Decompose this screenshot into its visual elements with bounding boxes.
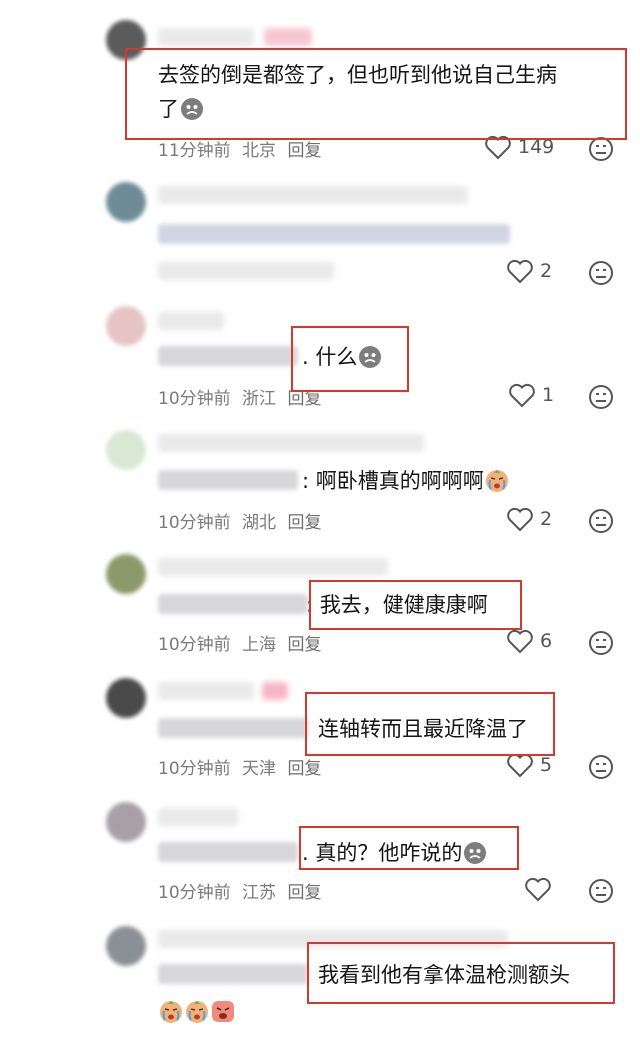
dislike-face-icon[interactable]	[588, 630, 614, 656]
comment-meta: 10分钟前 天津 回复	[158, 754, 327, 779]
comment-time: 10分钟前	[158, 635, 231, 655]
comment-time: 10分钟前	[158, 759, 231, 779]
highlight-box	[299, 826, 519, 870]
heart-icon	[507, 259, 533, 284]
like-button[interactable]: 6	[506, 628, 552, 654]
blurred-reply-prefix	[158, 718, 308, 738]
avatar[interactable]	[106, 306, 146, 346]
like-count: 2	[540, 260, 553, 282]
reply-button[interactable]: 回复	[287, 759, 321, 779]
crying-face-icon	[186, 1001, 208, 1023]
blurred-reply-prefix	[158, 224, 510, 244]
heart-icon	[525, 877, 551, 902]
blurred-tag	[264, 28, 312, 46]
comment-time: 10分钟前	[158, 513, 231, 533]
highlight-box	[125, 48, 627, 140]
heart-icon	[509, 383, 535, 408]
blurred-username	[158, 28, 254, 46]
crying-face-icon	[160, 1001, 182, 1023]
comment-location: 上海	[242, 635, 277, 655]
like-count: 1	[542, 384, 555, 406]
dislike-face-icon[interactable]	[588, 260, 614, 286]
blurred-username	[158, 312, 224, 330]
like-count: 5	[540, 754, 553, 776]
dislike-face-icon[interactable]	[588, 754, 614, 780]
blurred-username	[158, 186, 468, 204]
like-button[interactable]	[524, 876, 558, 902]
highlight-box	[291, 326, 409, 392]
comment-time: 10分钟前	[158, 389, 231, 409]
emoji-row	[158, 998, 236, 1024]
crying-face-icon	[485, 470, 508, 492]
heart-icon	[507, 507, 533, 532]
avatar[interactable]	[106, 926, 146, 966]
highlight-box	[309, 580, 522, 630]
heart-icon	[507, 629, 533, 654]
avatar[interactable]	[106, 182, 146, 222]
like-button[interactable]: 2	[506, 258, 552, 284]
comment-item: 2	[0, 176, 640, 300]
comment-time: 11分钟前	[158, 141, 231, 161]
avatar[interactable]	[106, 430, 146, 470]
comment-meta: 10分钟前 江苏 回复	[158, 878, 327, 903]
comment-meta: 10分钟前 湖北 回复	[158, 508, 327, 533]
comment-text: : 啊卧槽真的啊啊啊	[302, 464, 510, 498]
blurred-reply-prefix	[158, 842, 298, 862]
comment-location: 浙江	[242, 389, 277, 409]
blurred-tag	[262, 682, 288, 700]
sobbing-face-icon	[212, 1001, 234, 1022]
comment-location: 天津	[242, 759, 277, 779]
blurred-reply-prefix	[158, 470, 298, 490]
avatar[interactable]	[106, 678, 146, 718]
comment-item: : 啊卧槽真的啊啊啊 10分钟前 湖北 回复 2	[0, 424, 640, 548]
blurred-username	[158, 682, 254, 700]
highlight-box	[305, 692, 555, 756]
highlight-box	[307, 942, 615, 1004]
like-button[interactable]: 2	[506, 506, 552, 532]
like-button[interactable]: 1	[508, 382, 554, 408]
reply-button[interactable]: 回复	[287, 389, 321, 409]
blurred-reply-prefix	[158, 594, 308, 614]
blurred-meta	[158, 262, 334, 280]
comment-location: 湖北	[242, 513, 277, 533]
comment-location: 江苏	[242, 883, 277, 903]
reply-button[interactable]: 回复	[287, 635, 321, 655]
dislike-face-icon[interactable]	[588, 384, 614, 410]
blurred-reply-prefix	[158, 346, 298, 366]
like-count: 2	[540, 508, 553, 530]
reply-button[interactable]: 回复	[287, 513, 321, 533]
comment-meta: 10分钟前 上海 回复	[158, 630, 327, 655]
blurred-reply-prefix	[158, 964, 308, 984]
blurred-username	[158, 558, 388, 576]
avatar[interactable]	[106, 554, 146, 594]
blurred-username	[158, 434, 424, 452]
blurred-username	[158, 808, 238, 826]
reply-button[interactable]: 回复	[287, 883, 321, 903]
like-count: 6	[540, 630, 553, 652]
comment-location: 北京	[242, 141, 277, 161]
avatar[interactable]	[106, 802, 146, 842]
dislike-face-icon[interactable]	[588, 508, 614, 534]
dislike-face-icon[interactable]	[588, 878, 614, 904]
comment-time: 10分钟前	[158, 883, 231, 903]
reply-button[interactable]: 回复	[287, 141, 321, 161]
